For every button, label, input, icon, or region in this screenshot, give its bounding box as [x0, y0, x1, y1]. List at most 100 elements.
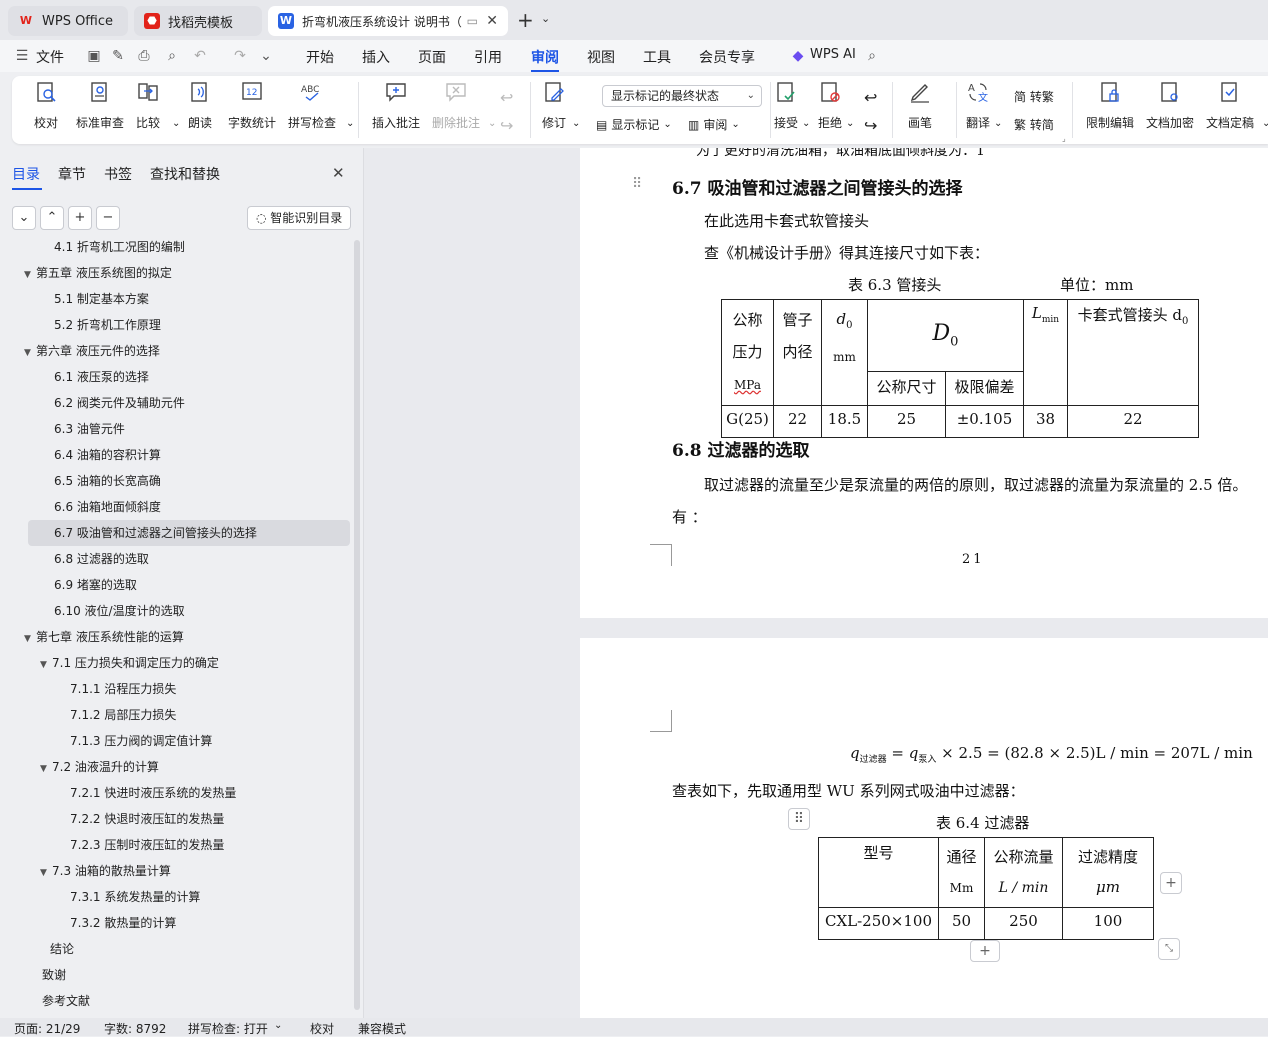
toc-item[interactable]: 6.4 油箱的容积计算: [0, 442, 350, 468]
toc-item[interactable]: 7.1.3 压力阀的调定值计算: [0, 728, 350, 754]
sidebar-scrollbar[interactable]: [354, 240, 360, 1010]
menu-view[interactable]: 视图: [587, 47, 615, 67]
revise-button[interactable]: 修订 ⌄: [542, 80, 580, 131]
accept-button[interactable]: 接受 ⌄: [774, 80, 810, 131]
expand-arrow-icon[interactable]: ▼: [24, 340, 36, 366]
menu-tools[interactable]: 工具: [643, 47, 671, 67]
collapse-all-button[interactable]: ⌄: [12, 206, 36, 230]
toc-item[interactable]: 6.10 液位/温度计的选取: [0, 598, 350, 624]
menu-review[interactable]: 审阅: [531, 47, 559, 67]
spell-check-status[interactable]: 拼写检查: 打开: [188, 1020, 268, 1037]
translate-button[interactable]: A文 翻译 ⌄: [966, 80, 1002, 131]
tab-toc[interactable]: 目录: [12, 164, 40, 184]
toc-item[interactable]: 6.7 吸油管和过滤器之间管接头的选择: [28, 520, 350, 546]
expand-ribbon-icon[interactable]: ⌟: [1062, 134, 1066, 143]
close-icon[interactable]: ✕: [486, 13, 498, 29]
toc-item[interactable]: 致谢: [0, 962, 350, 988]
toc-item[interactable]: ▼ 第七章 液压系统性能的运算: [0, 624, 350, 650]
expand-arrow-icon[interactable]: ▼: [24, 262, 36, 288]
hamburger-icon[interactable]: ☰: [14, 48, 30, 64]
remove-heading-button[interactable]: −: [96, 206, 120, 230]
smart-toc-button[interactable]: ◌ 智能识别目录: [247, 206, 351, 230]
menu-member[interactable]: 会员专享: [699, 47, 755, 67]
reject-button[interactable]: 拒绝 ⌄: [818, 80, 854, 131]
proofread-button[interactable]: 校对: [34, 80, 58, 131]
toc-item[interactable]: ▼ 第六章 液压元件的选择: [0, 338, 350, 364]
toc-item[interactable]: 7.1.2 局部压力损失: [0, 702, 350, 728]
spell-check-button[interactable]: ABC 拼写检查 ⌄: [288, 80, 354, 131]
undo-icon[interactable]: ↶: [192, 48, 208, 64]
tab-document[interactable]: W 折弯机液压系统设计 说明书（ ▭ ✕: [268, 6, 508, 36]
search-icon[interactable]: ⌕: [864, 48, 880, 64]
review-pane-button[interactable]: ▥ 审阅 ⌄: [688, 116, 740, 133]
redo-icon[interactable]: ↷: [232, 48, 248, 64]
expand-arrow-icon[interactable]: ▼: [24, 626, 36, 652]
menu-reference[interactable]: 引用: [474, 47, 502, 67]
compare-button[interactable]: 比较 ⌄: [136, 80, 180, 131]
print-preview-icon[interactable]: ⌕: [164, 48, 180, 64]
menu-file[interactable]: 文件: [36, 47, 64, 67]
restrict-edit-button[interactable]: 限制编辑: [1086, 80, 1134, 131]
page-indicator[interactable]: 页面: 21/29: [14, 1020, 80, 1037]
toc-item[interactable]: 6.2 阀类元件及辅助元件: [0, 390, 350, 416]
toc-item[interactable]: 7.3.2 散热量的计算: [0, 910, 350, 936]
word-count-button[interactable]: 12 字数统计: [228, 80, 276, 131]
save-icon[interactable]: ▣: [86, 48, 102, 64]
show-marks-button[interactable]: ▤ 显示标记 ⌄: [596, 116, 672, 133]
expand-up-button[interactable]: ⌃: [40, 206, 64, 230]
prev-change-icon[interactable]: ↩: [864, 88, 877, 107]
tab-wps-office[interactable]: W WPS Office: [8, 6, 128, 36]
next-comment-icon[interactable]: ↪: [500, 116, 513, 135]
toc-item[interactable]: 6.1 液压泵的选择: [0, 364, 350, 390]
new-tab-icon[interactable]: +: [517, 8, 534, 32]
print-icon[interactable]: ⎙: [136, 48, 152, 64]
expand-arrow-icon[interactable]: ▼: [40, 756, 52, 782]
toc-item[interactable]: 6.9 堵塞的选取: [0, 572, 350, 598]
toc-item[interactable]: 7.2.2 快退时液压缸的发热量: [0, 806, 350, 832]
simp-to-trad-button[interactable]: 简 转繁: [1014, 88, 1054, 105]
read-aloud-button[interactable]: 朗读: [188, 80, 212, 131]
more-chevron-icon[interactable]: ⌄: [258, 48, 274, 64]
encrypt-button[interactable]: 文档加密: [1146, 80, 1194, 131]
toc-item[interactable]: 6.3 油管元件: [0, 416, 350, 442]
chevron-down-icon[interactable]: ⌄: [541, 12, 550, 25]
delete-comment-button[interactable]: 删除批注 ⌄: [432, 80, 496, 131]
toc-item[interactable]: 7.1.1 沿程压力损失: [0, 676, 350, 702]
toc-item[interactable]: 7.3.1 系统发热量的计算: [0, 884, 350, 910]
menu-home[interactable]: 开始: [306, 47, 334, 67]
chevron-down-icon[interactable]: ⌄: [274, 1020, 282, 1031]
toc-item[interactable]: 参考文献: [0, 988, 350, 1012]
menu-wps-ai[interactable]: WPS AI: [810, 47, 856, 62]
toc-item[interactable]: 5.1 制定基本方案: [0, 286, 350, 312]
add-heading-button[interactable]: +: [68, 206, 92, 230]
tab-find-replace[interactable]: 查找和替换: [150, 164, 220, 184]
toc-item[interactable]: 7.2.3 压制时液压缸的发热量: [0, 832, 350, 858]
toc-item[interactable]: ▼ 7.2 油液温升的计算: [0, 754, 350, 780]
prev-comment-icon[interactable]: ↩: [500, 88, 513, 107]
table-move-handle-icon[interactable]: ⠿: [788, 808, 810, 830]
tab-chapters[interactable]: 章节: [58, 164, 86, 184]
close-icon[interactable]: ✕: [332, 164, 345, 182]
toc-item[interactable]: ▼ 7.1 压力损失和调定压力的确定: [0, 650, 350, 676]
tab-template[interactable]: ⬣ 找稻壳模板: [134, 6, 262, 36]
toc-item[interactable]: 6.6 油箱地面倾斜度: [0, 494, 350, 520]
menu-insert[interactable]: 插入: [362, 47, 390, 67]
toc-item[interactable]: 7.2.1 快进时液压系统的发热量: [0, 780, 350, 806]
pen-button[interactable]: 画笔: [908, 80, 932, 131]
expand-arrow-icon[interactable]: ▼: [40, 860, 52, 886]
toc-item[interactable]: 4.1 折弯机工况图的编制: [0, 236, 350, 260]
tab-bookmarks[interactable]: 书签: [104, 164, 132, 184]
toc-item[interactable]: 结论: [0, 936, 350, 962]
add-row-icon[interactable]: +: [970, 940, 1000, 962]
trad-to-simp-button[interactable]: 繁 转简: [1014, 116, 1054, 133]
expand-arrow-icon[interactable]: ▼: [40, 652, 52, 678]
toc-item[interactable]: 5.2 折弯机工作原理: [0, 312, 350, 338]
proofread-status[interactable]: 校对: [310, 1020, 334, 1037]
format-painter-icon[interactable]: ✎: [110, 48, 126, 64]
add-column-icon[interactable]: +: [1160, 872, 1182, 894]
drag-handle-icon[interactable]: ⠿: [632, 176, 642, 192]
toc-item[interactable]: ▼ 第五章 液压系统图的拟定: [0, 260, 350, 286]
display-state-select[interactable]: 显示标记的最终状态 ⌄: [602, 85, 762, 107]
next-change-icon[interactable]: ↪: [864, 116, 877, 135]
menu-page[interactable]: 页面: [418, 47, 446, 67]
